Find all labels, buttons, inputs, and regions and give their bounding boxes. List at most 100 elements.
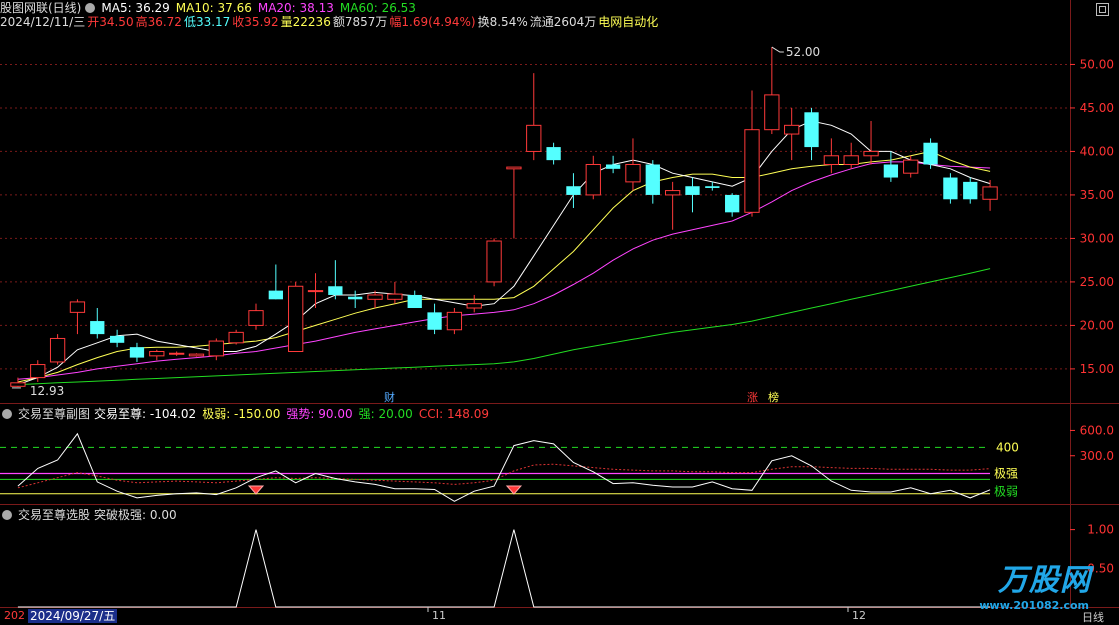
- badge-finance[interactable]: 财: [382, 389, 397, 405]
- sub1-main-line: [17, 432, 991, 502]
- sub1-header-row: 交易至尊副图 交易至尊: -104.02 极弱: -150.00 强势: 90.00 强…: [0, 407, 495, 422]
- candle-body-up: [784, 124, 800, 135]
- sub2-gear-icon[interactable]: [2, 510, 12, 520]
- ma10-label: MA10: 37.66: [175, 1, 252, 15]
- candle-body-up: [744, 129, 760, 213]
- candle-body-up: [903, 159, 919, 174]
- window-title: 股图网联(日线): [0, 1, 82, 15]
- candle-body-up: [843, 155, 859, 165]
- main-y-tick-label-0: 50.00: [1080, 57, 1114, 71]
- quote-sector[interactable]: 电网自动化: [598, 15, 658, 29]
- candle-body-up: [149, 351, 165, 357]
- candle-body-down: [427, 312, 442, 330]
- ma5-label: MA5: 36.29: [101, 1, 170, 15]
- candle-body-up: [49, 337, 66, 363]
- chart-canvas[interactable]: 50.00 45.00 40.00 35.00 30.00 25.00 20.00 15.00…: [0, 0, 1119, 624]
- candle-body-up: [387, 293, 403, 300]
- sub1-title: 交易至尊副图: [18, 407, 91, 421]
- candle-body-up: [506, 166, 522, 170]
- candle-body-down: [645, 164, 660, 195]
- candle-body-up: [664, 190, 681, 196]
- candle-body-up: [446, 311, 463, 331]
- candle-body-down: [605, 164, 621, 169]
- sub1-strong-label: 极强: [994, 466, 1018, 480]
- candle-body-up: [764, 94, 780, 131]
- sub1-weak-value: 极弱: -150.00: [202, 407, 281, 421]
- candle-body-down: [546, 147, 561, 161]
- main-y-tick-label-5: 25.00: [1080, 275, 1114, 289]
- main-y-tick-label-4: 30.00: [1080, 231, 1114, 245]
- badge-limit-up[interactable]: 涨: [745, 389, 760, 405]
- max-price-pointer: [771, 46, 784, 53]
- main-y-tick-label-6: 20.00: [1080, 318, 1114, 332]
- quote-open: 开34.50: [87, 15, 134, 29]
- sub2-y-tick-label-1: 0.50: [1087, 561, 1114, 575]
- candle-body-up: [168, 352, 185, 355]
- candle-body-down: [268, 290, 283, 300]
- x-axis-year: 202: [4, 609, 25, 622]
- candle-body-up: [625, 163, 641, 183]
- watermark-logo: 万股网: [998, 563, 1091, 598]
- sub1-cci-line: [17, 463, 991, 489]
- candle-body-down: [90, 321, 105, 335]
- quote-change: 幅1.69(4.94%): [389, 15, 476, 29]
- candle-body-down: [109, 335, 125, 343]
- ma60-line: [17, 268, 991, 386]
- x-axis-month-12: 12: [852, 609, 866, 622]
- quote-low: 低33.17: [183, 15, 231, 29]
- candle-body-down: [685, 186, 700, 195]
- sub1-weak-label: 极弱: [994, 485, 1018, 499]
- main-y-tick-label-1: 45.00: [1080, 101, 1114, 115]
- sub1-trend-value: 强势: 90.00: [286, 407, 353, 421]
- candle-body-up: [69, 301, 86, 313]
- quote-close: 收35.92: [232, 15, 279, 29]
- sub1-y-tick-label-1: 300.0: [1080, 449, 1114, 463]
- cursor-date-label: 2024/09/27/五: [28, 609, 118, 623]
- candle-body-up: [30, 364, 46, 379]
- candle-body-up: [526, 124, 542, 152]
- candle-body-up: [466, 303, 482, 309]
- sub2-header-row: 交易至尊选股 突破极强: 0.00: [0, 508, 183, 523]
- candle-body-down: [963, 181, 978, 200]
- candle-body-down: [725, 194, 740, 213]
- quote-date: 2024/12/11/三: [0, 15, 86, 29]
- candle-body-up: [486, 240, 502, 283]
- candle-body-up: [982, 186, 998, 200]
- candle-body-up: [188, 353, 205, 357]
- quote-volume: 量22236: [280, 15, 331, 29]
- quote-high: 高36.72: [135, 15, 182, 29]
- candle-body-up: [367, 294, 383, 300]
- candle-body-up: [307, 290, 324, 293]
- sub2-signal-line: [17, 529, 991, 608]
- watermark-url: www.201082.com: [979, 599, 1089, 612]
- main-header-row: 股图网联(日线) MA5: 36.29 MA10: 37.66 MA20: 38.13…: [0, 1, 422, 16]
- quote-float: 流通2604万: [529, 15, 597, 29]
- candle-body-up: [248, 310, 264, 326]
- candle-body-down: [943, 177, 958, 200]
- quote-row: 2024/12/11/三 开34.50 高36.72 低33.17 收35.92 量222…: [0, 15, 664, 30]
- sub2-title: 交易至尊选股: [18, 508, 91, 522]
- restore-window-icon[interactable]: [1096, 3, 1109, 16]
- candle-body-up: [863, 150, 879, 157]
- x-axis-month-11: 11: [432, 609, 446, 622]
- sub1-main-value: 交易至尊: -104.02: [94, 407, 197, 421]
- candle-body-down: [348, 296, 363, 300]
- ma20-label: MA20: 38.13: [257, 1, 334, 15]
- quote-turnover: 换8.54%: [477, 15, 528, 29]
- sub1-signal-marker: [247, 485, 265, 495]
- settings-gear-icon[interactable]: [85, 3, 96, 13]
- min-price-label: 12.93: [30, 384, 64, 398]
- candle-body-down: [407, 294, 422, 309]
- badge-rank[interactable]: 榜: [766, 389, 781, 405]
- candle-body-up: [585, 163, 601, 196]
- ma60-label: MA60: 26.53: [339, 1, 416, 15]
- candle-body-up: [208, 340, 224, 357]
- max-price-label: 52.00: [786, 45, 820, 59]
- candle-body-up: [823, 155, 840, 165]
- main-y-tick-label-7: 15.00: [1080, 362, 1114, 376]
- candle-body-down: [129, 347, 145, 358]
- main-y-tick-label-3: 35.00: [1080, 188, 1114, 202]
- stock-chart-window: 50.00 45.00 40.00 35.00 30.00 25.00 20.00 15.00…: [0, 0, 1119, 624]
- candle-body-down: [923, 142, 938, 165]
- sub1-gear-icon[interactable]: [2, 409, 12, 419]
